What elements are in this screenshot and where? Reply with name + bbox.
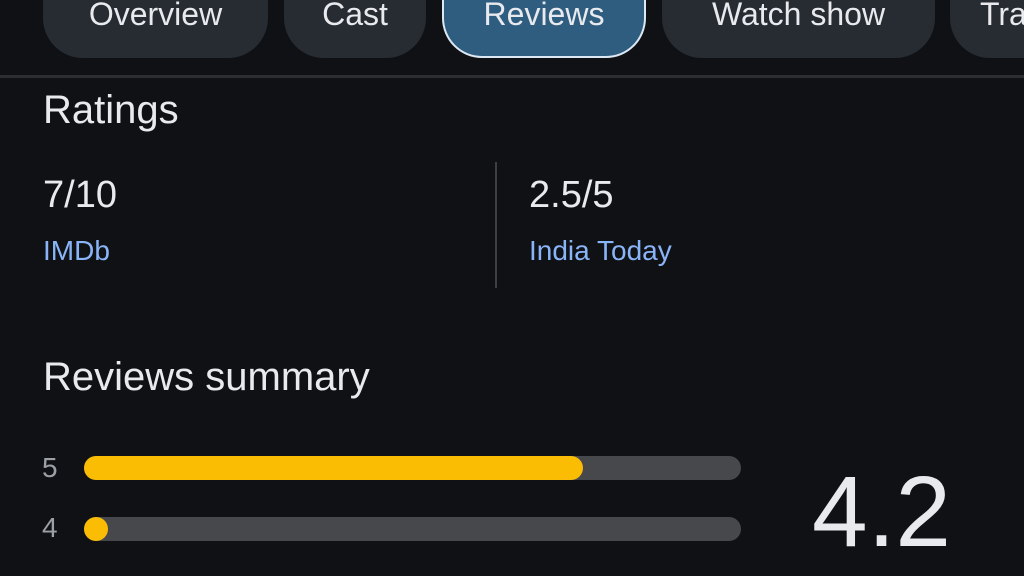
tab-cast[interactable]: Cast [284, 0, 426, 58]
reviews-summary-heading: Reviews summary [43, 355, 370, 399]
india-today-link[interactable]: India Today [529, 235, 672, 267]
divider [0, 75, 1024, 78]
tab-reviews[interactable]: Reviews [442, 0, 646, 58]
star-4-bar [84, 517, 741, 541]
imdb-score: 7/10 [43, 174, 117, 216]
star-5-bar [84, 456, 741, 480]
star-5-fill [84, 456, 584, 480]
tab-overview[interactable]: Overview [43, 0, 268, 58]
tab-trailers[interactable]: Tra [950, 0, 1024, 58]
star-5-label: 5 [42, 452, 58, 483]
tab-bar: Overview Cast Reviews Watch show Tra [0, 0, 1024, 60]
india-today-score: 2.5/5 [529, 174, 614, 216]
average-rating: 4.2 [812, 456, 952, 568]
star-4-label: 4 [42, 512, 58, 543]
ratings-heading: Ratings [43, 88, 179, 132]
ratings-divider [495, 162, 497, 288]
imdb-link[interactable]: IMDb [43, 235, 110, 267]
tab-watch-show[interactable]: Watch show [662, 0, 935, 58]
star-4-fill [84, 517, 108, 541]
